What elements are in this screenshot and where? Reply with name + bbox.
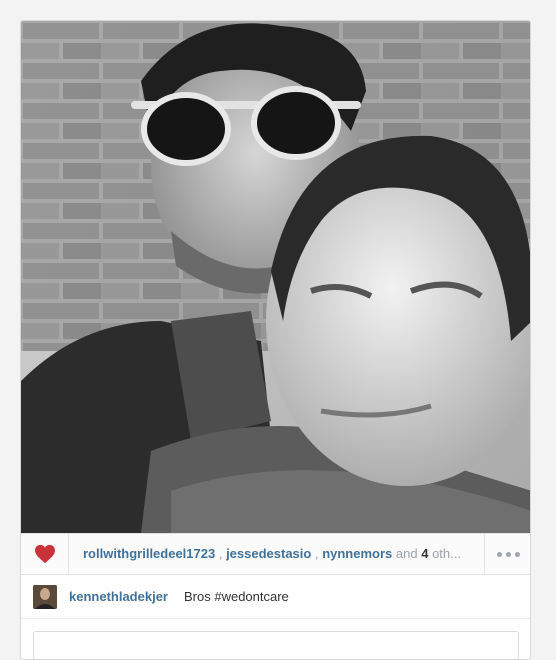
likers-others-text[interactable]: oth... — [432, 546, 461, 561]
comment-input[interactable] — [33, 631, 519, 659]
liker-link[interactable]: nynnemors — [322, 546, 392, 561]
liker-link[interactable]: jessedestasio — [226, 546, 311, 561]
caption-text: Bros #wedontcare — [184, 589, 289, 604]
caption-row: kennethladekjer Bros #wedontcare — [21, 575, 530, 619]
caption-username[interactable]: kennethladekjer — [69, 575, 168, 619]
likers-others-count[interactable]: 4 — [421, 546, 428, 561]
liker-separator: , — [215, 546, 227, 561]
liker-separator: , — [311, 546, 323, 561]
avatar-image — [33, 585, 57, 609]
post-card: rollwithgrilledeel1723 , jessedestasio ,… — [20, 20, 531, 660]
likers-list: rollwithgrilledeel1723 , jessedestasio ,… — [83, 534, 483, 574]
like-button[interactable] — [21, 534, 69, 574]
avatar[interactable] — [33, 585, 57, 609]
likers-and-text: and — [395, 546, 418, 561]
selfie-image — [21, 21, 530, 533]
more-dot-icon — [497, 551, 502, 557]
post-photo[interactable] — [21, 21, 530, 533]
more-dot-icon — [506, 551, 511, 557]
liker-link[interactable]: rollwithgrilledeel1723 — [83, 546, 215, 561]
heart-icon — [34, 544, 55, 564]
more-options-button[interactable] — [484, 534, 530, 574]
likes-bar: rollwithgrilledeel1723 , jessedestasio ,… — [21, 533, 530, 575]
more-dot-icon — [515, 551, 520, 557]
